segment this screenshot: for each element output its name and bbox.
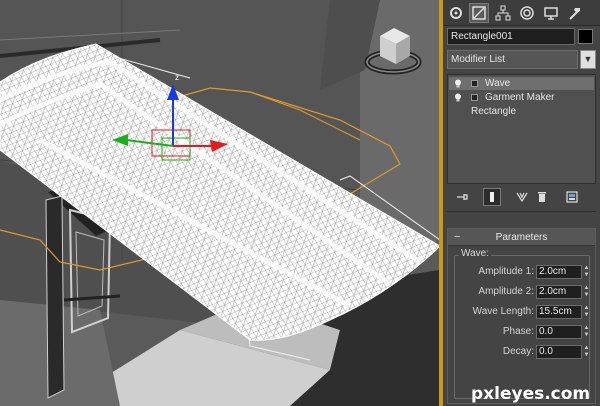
utilities-icon[interactable] — [565, 3, 585, 23]
motion-icon[interactable] — [517, 3, 537, 23]
param-wave-length: Wave Length: 15.5cm ▲ ▼ — [455, 304, 591, 320]
object-name-input[interactable]: Rectangle001 — [447, 28, 575, 45]
hierarchy-icon[interactable] — [493, 3, 513, 23]
spinner-icon[interactable]: ▲ ▼ — [583, 285, 590, 299]
lightbulb-icon[interactable] — [454, 93, 462, 102]
phase-input[interactable]: 0.0 — [536, 325, 582, 339]
viewport-scene: z y x — [0, 0, 439, 406]
configure-sets-icon[interactable] — [563, 188, 581, 206]
panel-separator — [447, 211, 596, 212]
gizmo-y-label: y — [114, 123, 118, 132]
display-icon[interactable] — [541, 3, 561, 23]
wave-length-input[interactable]: 15.5cm — [536, 305, 582, 319]
expand-box-icon[interactable] — [471, 94, 478, 101]
chevron-down-icon[interactable]: ▼ — [580, 50, 596, 69]
spinner-icon[interactable]: ▲ ▼ — [583, 325, 590, 339]
wave-group: Wave: Amplitude 1: 2.0cm ▲ ▼ Amplitude 2:… — [454, 248, 591, 399]
stack-item-label: Garment Maker — [485, 92, 555, 103]
command-panel: Rectangle001 Modifier List ▼ Wave Garmen… — [443, 0, 600, 406]
modifier-list-dropdown[interactable]: Modifier List ▼ — [447, 50, 596, 69]
stack-item-label: Rectangle — [471, 106, 517, 117]
param-phase: Phase: 0.0 ▲ ▼ — [455, 324, 591, 340]
perspective-viewport[interactable]: z y x — [0, 0, 439, 406]
parameters-rollout: − Parameters Wave: Amplitude 1: 2.0cm ▲ ▼… — [447, 228, 596, 404]
create-icon[interactable] — [446, 3, 466, 23]
gizmo-x-label: x — [230, 129, 234, 138]
spinner-icon[interactable]: ▲ ▼ — [583, 345, 590, 359]
make-unique-icon[interactable] — [513, 188, 531, 206]
amplitude-1-input[interactable]: 2.0cm — [536, 265, 582, 279]
spinner-icon[interactable]: ▲ ▼ — [583, 265, 590, 279]
stack-item-label: Wave — [485, 78, 511, 89]
command-panel-tabs — [443, 0, 600, 26]
watermark: pxleyes.com — [471, 384, 591, 404]
decay-input[interactable]: 0.0 — [536, 345, 582, 359]
remove-modifier-icon[interactable] — [533, 188, 551, 206]
object-name-row: Rectangle001 — [447, 28, 596, 45]
parameters-rollout-header[interactable]: − Parameters — [448, 229, 595, 246]
param-label: Phase: — [502, 326, 534, 337]
lightbulb-icon[interactable] — [454, 79, 462, 88]
spinner-icon[interactable]: ▲ ▼ — [583, 305, 590, 319]
param-amplitude-2: Amplitude 2: 2.0cm ▲ ▼ — [455, 284, 591, 300]
object-color-swatch[interactable] — [578, 29, 593, 44]
pin-stack-icon[interactable] — [453, 188, 471, 206]
stack-item-rectangle[interactable]: Rectangle — [449, 105, 594, 118]
param-label: Amplitude 1: — [478, 266, 534, 277]
modify-icon[interactable] — [469, 3, 489, 23]
gizmo-z-label: z — [175, 73, 179, 82]
modifier-list-value[interactable]: Modifier List — [447, 50, 578, 69]
stack-item-wave[interactable]: Wave — [449, 77, 594, 90]
modifier-stack-toolbar — [447, 186, 596, 208]
show-end-result-icon[interactable] — [483, 188, 501, 206]
rollout-title: Parameters — [495, 232, 548, 243]
modifier-stack: Wave Garment Maker Rectangle — [447, 74, 596, 184]
param-label: Wave Length: — [472, 306, 534, 317]
stack-item-garment-maker[interactable]: Garment Maker — [449, 91, 594, 104]
group-label: Wave: — [459, 248, 491, 259]
param-label: Decay: — [502, 346, 534, 357]
expand-box-icon[interactable] — [471, 80, 478, 87]
param-label: Amplitude 2: — [478, 286, 534, 297]
amplitude-2-input[interactable]: 2.0cm — [536, 285, 582, 299]
param-amplitude-1: Amplitude 1: 2.0cm ▲ ▼ — [455, 264, 591, 280]
param-decay: Decay: 0.0 ▲ ▼ — [455, 344, 591, 360]
